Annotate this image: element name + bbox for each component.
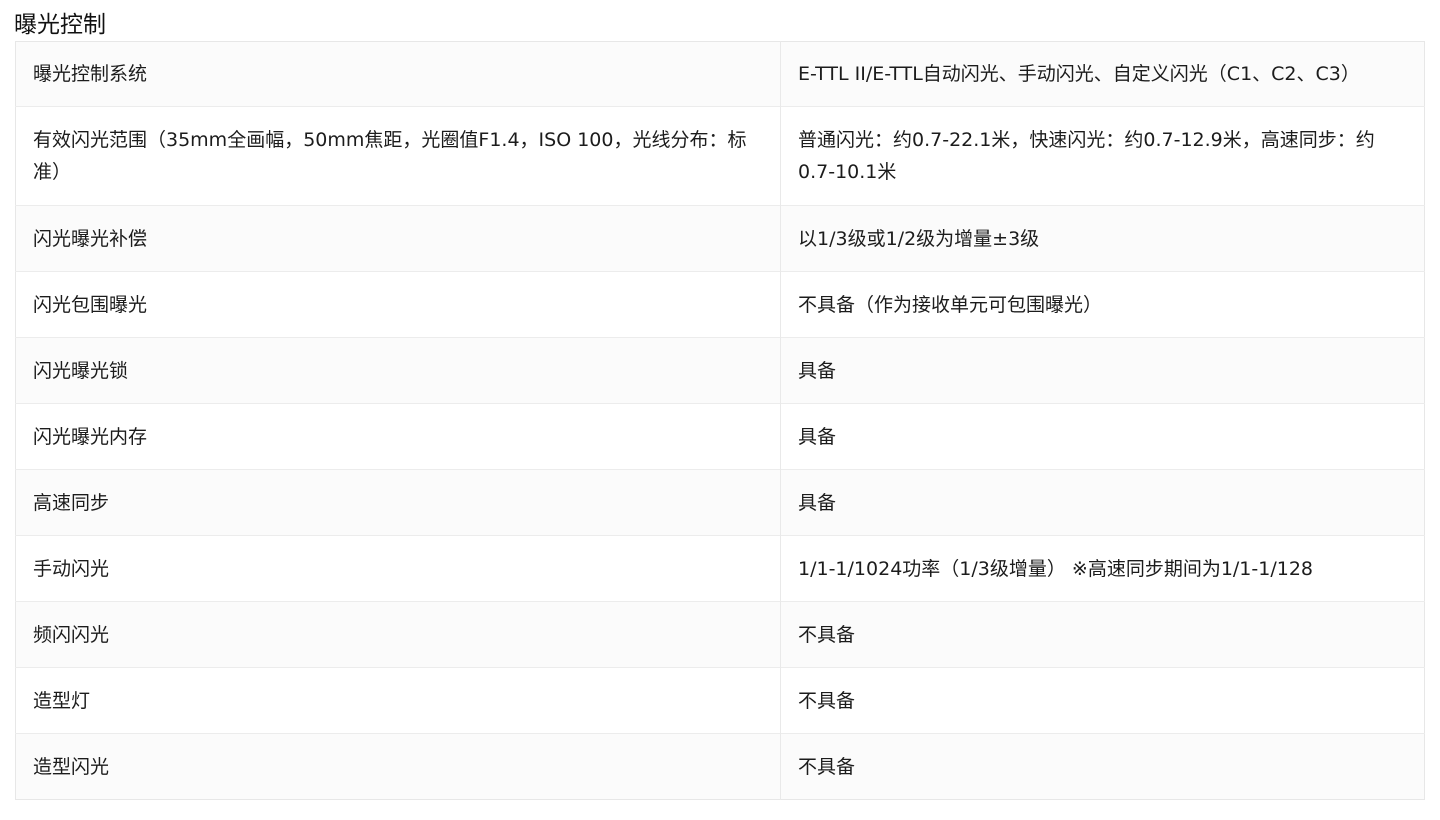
row-value: 具备 xyxy=(780,469,1425,536)
row-label: 造型闪光 xyxy=(15,733,781,800)
row-value: 不具备 xyxy=(780,601,1425,668)
table-row: 造型闪光 不具备 xyxy=(15,733,1425,800)
row-label: 手动闪光 xyxy=(15,535,781,602)
row-label: 闪光曝光内存 xyxy=(15,403,781,470)
row-label: 曝光控制系统 xyxy=(15,41,781,107)
table-row: 曝光控制系统 E-TTL II/E-TTL自动闪光、手动闪光、自定义闪光（C1、… xyxy=(15,41,1425,107)
table-row: 频闪闪光 不具备 xyxy=(15,601,1425,668)
row-label: 闪光曝光锁 xyxy=(15,337,781,404)
row-value: 普通闪光：约0.7-22.1米，快速闪光：约0.7-12.9米，高速同步：约0.… xyxy=(780,106,1425,206)
table-row: 闪光曝光锁 具备 xyxy=(15,337,1425,404)
row-value: 不具备 xyxy=(780,667,1425,734)
row-label: 闪光曝光补偿 xyxy=(15,205,781,272)
table-row: 造型灯 不具备 xyxy=(15,667,1425,734)
table-row: 闪光曝光补偿 以1/3级或1/2级为增量±3级 xyxy=(15,205,1425,272)
table-row: 闪光包围曝光 不具备（作为接收单元可包围曝光） xyxy=(15,271,1425,338)
row-value: E-TTL II/E-TTL自动闪光、手动闪光、自定义闪光（C1、C2、C3） xyxy=(780,41,1425,107)
spec-table: 曝光控制系统 E-TTL II/E-TTL自动闪光、手动闪光、自定义闪光（C1、… xyxy=(15,41,1425,800)
table-row: 高速同步 具备 xyxy=(15,469,1425,536)
row-label: 造型灯 xyxy=(15,667,781,734)
row-value: 1/1-1/1024功率（1/3级增量） ※高速同步期间为1/1-1/128 xyxy=(780,535,1425,602)
row-value: 具备 xyxy=(780,337,1425,404)
row-label: 频闪闪光 xyxy=(15,601,781,668)
table-row: 有效闪光范围（35mm全画幅，50mm焦距，光圈值F1.4，ISO 100，光线… xyxy=(15,106,1425,206)
row-value: 以1/3级或1/2级为增量±3级 xyxy=(780,205,1425,272)
table-row: 闪光曝光内存 具备 xyxy=(15,403,1425,470)
page-title: 曝光控制 xyxy=(14,12,106,38)
row-label: 有效闪光范围（35mm全画幅，50mm焦距，光圈值F1.4，ISO 100，光线… xyxy=(15,106,781,206)
table-row: 手动闪光 1/1-1/1024功率（1/3级增量） ※高速同步期间为1/1-1/… xyxy=(15,535,1425,602)
row-label: 高速同步 xyxy=(15,469,781,536)
row-value: 不具备（作为接收单元可包围曝光） xyxy=(780,271,1425,338)
row-label: 闪光包围曝光 xyxy=(15,271,781,338)
row-value: 具备 xyxy=(780,403,1425,470)
row-value: 不具备 xyxy=(780,733,1425,800)
